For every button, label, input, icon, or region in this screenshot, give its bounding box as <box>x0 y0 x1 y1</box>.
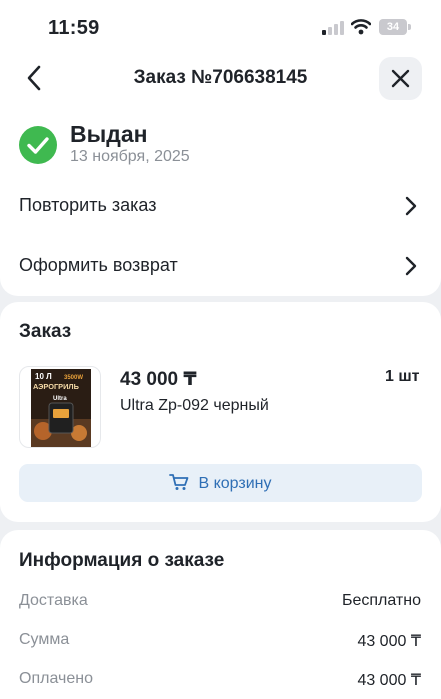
status-bar: 11:59 34 <box>0 0 441 56</box>
product-image-type: АЭРОГРИЛЬ <box>33 382 80 391</box>
product-image-power: 3500W <box>64 375 83 381</box>
repeat-order-label: Повторить заказ <box>19 195 157 215</box>
info-value: 43 000 ₸ <box>357 672 421 689</box>
info-row-sum: Сумма 43 000 ₸ <box>0 631 441 657</box>
battery-level: 34 <box>379 19 407 35</box>
product-quantity: 1 шт <box>385 368 420 385</box>
order-info-title: Информация о заказе <box>19 550 225 571</box>
order-status-date: 13 ноября, 2025 <box>70 148 190 165</box>
air-fryer-image: 10 Л 3500W АЭРОГРИЛЬ Ultra <box>31 369 91 447</box>
add-to-cart-button[interactable]: В корзину <box>19 464 422 502</box>
cellular-signal-icon <box>322 21 344 35</box>
back-arrow-icon[interactable] <box>22 64 48 92</box>
info-value: Бесплатно <box>341 592 421 609</box>
add-to-cart-label: В корзину <box>198 475 272 492</box>
check-circle-icon <box>19 126 57 164</box>
info-row-delivery: Доставка Бесплатно <box>0 592 441 618</box>
order-items-card: Заказ 10 Л 3500W АЭРОГРИЛЬ Ultra 43 000 … <box>0 302 441 522</box>
order-status-title: Выдан <box>70 121 148 147</box>
chevron-right-icon <box>405 256 417 276</box>
return-order-label: Оформить возврат <box>19 255 178 275</box>
chevron-right-icon <box>405 196 417 216</box>
info-value: 43 000 ₸ <box>357 633 421 650</box>
info-label: Оплачено <box>19 670 93 687</box>
cart-icon <box>169 474 189 490</box>
return-order-button[interactable]: Оформить возврат <box>0 239 441 293</box>
order-header-card: Заказ №706638145 Выдан 13 ноября, 2025 П… <box>0 56 441 296</box>
product-image-brand: Ultra <box>53 396 67 402</box>
close-icon <box>391 69 410 88</box>
product-name[interactable]: Ultra Zp-092 черный <box>120 397 269 415</box>
product-price: 43 000 ₸ <box>120 369 197 390</box>
battery-icon: 34 <box>379 19 411 35</box>
close-button[interactable] <box>379 57 422 100</box>
info-label: Сумма <box>19 631 70 648</box>
info-row-paid: Оплачено 43 000 ₸ <box>0 670 441 696</box>
repeat-order-button[interactable]: Повторить заказ <box>0 179 441 233</box>
order-info-card: Информация о заказе Доставка Бесплатно С… <box>0 530 441 699</box>
order-section-title: Заказ <box>19 321 72 342</box>
product-image[interactable]: 10 Л 3500W АЭРОГРИЛЬ Ultra <box>19 366 101 448</box>
status-time: 11:59 <box>48 17 100 39</box>
info-label: Доставка <box>19 592 88 609</box>
product-image-volume: 10 Л <box>35 372 52 381</box>
page-title: Заказ №706638145 <box>133 67 308 88</box>
wifi-icon <box>351 19 371 35</box>
